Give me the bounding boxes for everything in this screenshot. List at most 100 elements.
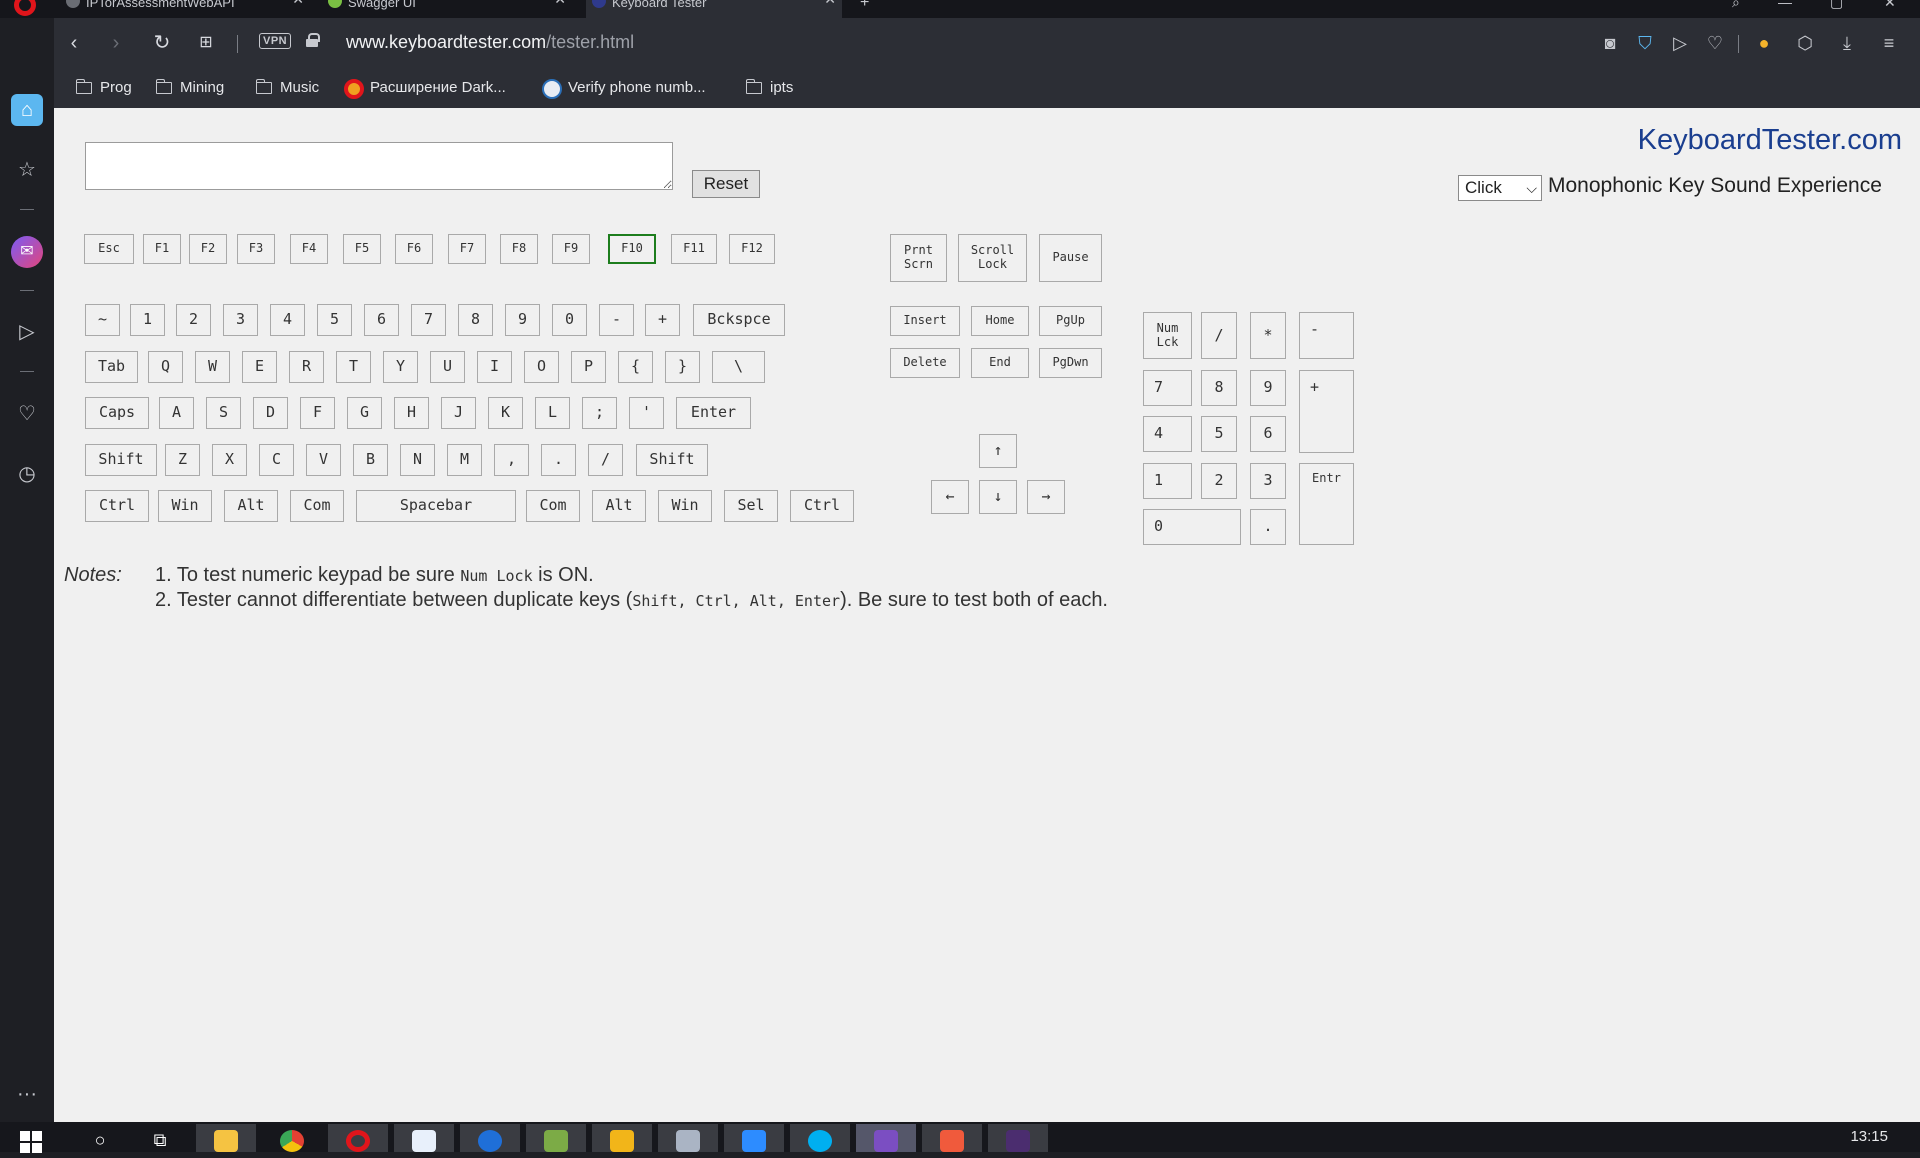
key-row5-win[interactable]: Win xyxy=(658,490,712,522)
key-row5-com[interactable]: Com xyxy=(526,490,580,522)
reset-button[interactable]: Reset xyxy=(692,170,760,198)
key-row4-symbol[interactable]: / xyxy=(588,444,623,476)
key-row4-shift[interactable]: Shift xyxy=(85,444,157,476)
key-row3-f[interactable]: F xyxy=(300,397,335,429)
maximize-icon[interactable]: ▢ xyxy=(1830,0,1843,11)
key-row1-2[interactable]: 2 xyxy=(176,304,211,336)
bookmark-mining[interactable]: Mining xyxy=(154,77,224,99)
tab-swagger[interactable]: Swagger UI ✕ xyxy=(322,0,572,18)
key-row4-symbol[interactable]: . xyxy=(541,444,576,476)
tab-iptor[interactable]: IPTorAssessmentWebAPI ✕ xyxy=(60,0,310,18)
close-icon[interactable]: ✕ xyxy=(292,0,304,6)
key-row4-n[interactable]: N xyxy=(400,444,435,476)
taskbar-opera[interactable] xyxy=(328,1124,388,1152)
key-numpad-8[interactable]: 8 xyxy=(1201,370,1237,406)
key-row1-3[interactable]: 3 xyxy=(223,304,258,336)
key-row3-l[interactable]: L xyxy=(535,397,570,429)
key-row2-q[interactable]: Q xyxy=(148,351,183,383)
sound-select[interactable]: Click ⌵ xyxy=(1458,175,1542,201)
camera-icon[interactable]: ◙ xyxy=(1597,29,1623,57)
key-row3-symbol[interactable]: ; xyxy=(582,397,617,429)
key-nav-pgup[interactable]: PgUp xyxy=(1039,306,1102,336)
home-icon[interactable]: ⌂ xyxy=(11,94,43,126)
key-fn-f6[interactable]: F6 xyxy=(395,234,433,264)
bookmark-verify-phone[interactable]: Verify phone numb... xyxy=(542,77,706,99)
site-brand[interactable]: KeyboardTester.com xyxy=(1638,124,1902,157)
key-numpad-num-lck[interactable]: Num Lck xyxy=(1143,312,1192,359)
key-row5-alt[interactable]: Alt xyxy=(224,490,278,522)
key-row1-0[interactable]: 0 xyxy=(552,304,587,336)
key-fn-esc[interactable]: Esc xyxy=(84,234,134,264)
key-row1-symbol[interactable]: - xyxy=(599,304,634,336)
key-row2-o[interactable]: O xyxy=(524,351,559,383)
key-arrow-symbol[interactable]: ↓ xyxy=(979,480,1017,514)
test-text-input[interactable] xyxy=(85,142,673,190)
key-row3-g[interactable]: G xyxy=(347,397,382,429)
key-row1-6[interactable]: 6 xyxy=(364,304,399,336)
taskbar-app-yellow[interactable] xyxy=(592,1124,652,1152)
key-row4-c[interactable]: C xyxy=(259,444,294,476)
key-row1-symbol[interactable]: ~ xyxy=(85,304,120,336)
key-nav-end[interactable]: End xyxy=(971,348,1029,378)
key-row2-e[interactable]: E xyxy=(242,351,277,383)
key-row3-j[interactable]: J xyxy=(441,397,476,429)
windows-start-icon[interactable] xyxy=(0,1122,60,1153)
key-row2-u[interactable]: U xyxy=(430,351,465,383)
key-row1-symbol[interactable]: + xyxy=(645,304,680,336)
key-arrow-symbol[interactable]: → xyxy=(1027,480,1065,514)
star-icon[interactable]: ☆ xyxy=(11,154,43,186)
key-row2-symbol[interactable]: } xyxy=(665,351,700,383)
taskbar-app-grey[interactable] xyxy=(658,1124,718,1152)
key-numpad-symbol[interactable]: * xyxy=(1250,312,1286,359)
history-clock-icon[interactable]: ◷ xyxy=(11,458,43,490)
key-fn-f3[interactable]: F3 xyxy=(237,234,275,264)
key-row3-h[interactable]: H xyxy=(394,397,429,429)
key-numpad-6[interactable]: 6 xyxy=(1250,416,1286,452)
bookmark-dark-extension[interactable]: Расширение Dark... xyxy=(344,77,506,99)
forward-icon[interactable]: › xyxy=(102,29,130,57)
opera-logo-icon[interactable] xyxy=(14,0,36,16)
key-numpad-0[interactable]: 0 xyxy=(1143,509,1241,545)
minimize-icon[interactable]: — xyxy=(1778,0,1792,10)
taskbar-terminal[interactable] xyxy=(988,1124,1048,1152)
key-row3-enter[interactable]: Enter xyxy=(676,397,751,429)
key-row3-s[interactable]: S xyxy=(206,397,241,429)
vpn-badge[interactable]: VPN xyxy=(259,33,292,49)
key-row2-p[interactable]: P xyxy=(571,351,606,383)
new-tab-plus-icon[interactable]: + xyxy=(860,0,869,12)
key-fn-f2[interactable]: F2 xyxy=(189,234,227,264)
shield-icon[interactable]: ⛉ xyxy=(1632,29,1658,57)
key-fn-f5[interactable]: F5 xyxy=(343,234,381,264)
key-row2-i[interactable]: I xyxy=(477,351,512,383)
key-system-pause[interactable]: Pause xyxy=(1039,234,1102,282)
key-nav-home[interactable]: Home xyxy=(971,306,1029,336)
key-row5-spacebar[interactable]: Spacebar xyxy=(356,490,516,522)
key-system-prnt-scrn[interactable]: Prnt Scrn xyxy=(890,234,947,282)
key-row1-7[interactable]: 7 xyxy=(411,304,446,336)
key-nav-insert[interactable]: Insert xyxy=(890,306,960,336)
key-fn-f1[interactable]: F1 xyxy=(143,234,181,264)
key-row2-y[interactable]: Y xyxy=(383,351,418,383)
key-row3-symbol[interactable]: ' xyxy=(629,397,664,429)
taskbar-explorer[interactable] xyxy=(196,1124,256,1152)
key-row5-ctrl[interactable]: Ctrl xyxy=(85,490,149,522)
reload-icon[interactable]: ↻ xyxy=(148,29,176,57)
taskbar-app-orange[interactable] xyxy=(922,1124,982,1152)
key-row2-tab[interactable]: Tab xyxy=(85,351,138,383)
key-nav-delete[interactable]: Delete xyxy=(890,348,960,378)
key-row3-d[interactable]: D xyxy=(253,397,288,429)
player-icon[interactable]: ▷ xyxy=(11,316,43,348)
search-icon[interactable]: ○ xyxy=(70,1122,130,1152)
close-window-icon[interactable]: ✕ xyxy=(1884,0,1896,11)
key-numpad-symbol[interactable]: - xyxy=(1299,312,1354,359)
key-row4-v[interactable]: V xyxy=(306,444,341,476)
key-numpad-symbol[interactable]: + xyxy=(1299,370,1354,453)
key-numpad-symbol[interactable]: . xyxy=(1250,509,1286,545)
key-row5-ctrl[interactable]: Ctrl xyxy=(790,490,854,522)
key-row5-com[interactable]: Com xyxy=(290,490,344,522)
key-row4-z[interactable]: Z xyxy=(165,444,200,476)
url-field[interactable]: www.keyboardtester.com/tester.html xyxy=(346,32,634,53)
key-row2-r[interactable]: R xyxy=(289,351,324,383)
key-row4-m[interactable]: M xyxy=(447,444,482,476)
key-nav-pgdwn[interactable]: PgDwn xyxy=(1039,348,1102,378)
